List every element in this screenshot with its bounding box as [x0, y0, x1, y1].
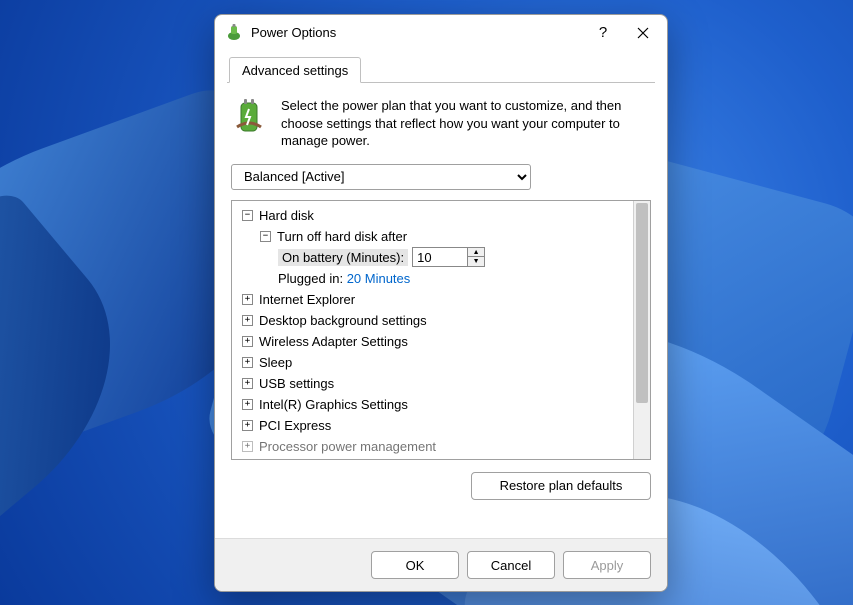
ok-button[interactable]: OK — [371, 551, 459, 579]
close-button[interactable] — [623, 25, 663, 40]
on-battery-label: On battery (Minutes): — [278, 249, 408, 266]
tree-label: PCI Express — [259, 418, 331, 433]
tree-item-plugged-in[interactable]: Plugged in: 20 Minutes — [236, 268, 629, 289]
tree-item-on-battery[interactable]: On battery (Minutes): ▲ ▼ — [236, 247, 629, 268]
tree-label: Internet Explorer — [259, 292, 355, 307]
tree-item-turn-off-hd[interactable]: Turn off hard disk after — [236, 226, 629, 247]
settings-tree: Hard disk Turn off hard disk after On ba… — [231, 200, 651, 460]
spin-up-button[interactable]: ▲ — [468, 248, 484, 257]
expand-icon[interactable] — [242, 378, 253, 389]
tree-label: Sleep — [259, 355, 292, 370]
collapse-icon[interactable] — [260, 231, 271, 242]
restore-defaults-button[interactable]: Restore plan defaults — [471, 472, 651, 500]
tree-item-internet-explorer[interactable]: Internet Explorer — [236, 289, 629, 310]
expand-icon[interactable] — [242, 315, 253, 326]
cancel-button[interactable]: Cancel — [467, 551, 555, 579]
tree-item-desktop-background[interactable]: Desktop background settings — [236, 310, 629, 331]
plugged-in-value[interactable]: 20 Minutes — [347, 271, 411, 286]
spin-down-button[interactable]: ▼ — [468, 257, 484, 266]
expand-icon[interactable] — [242, 294, 253, 305]
tree-item-hard-disk[interactable]: Hard disk — [236, 205, 629, 226]
tab-strip: Advanced settings — [227, 57, 655, 83]
expand-icon[interactable] — [242, 336, 253, 347]
tree-label: Desktop background settings — [259, 313, 427, 328]
tree-scrollbar[interactable] — [633, 201, 650, 459]
expand-icon[interactable] — [242, 399, 253, 410]
tree-item-sleep[interactable]: Sleep — [236, 352, 629, 373]
battery-icon — [225, 23, 243, 41]
collapse-icon[interactable] — [242, 210, 253, 221]
tab-advanced-settings[interactable]: Advanced settings — [229, 57, 361, 83]
power-plan-icon — [231, 97, 267, 137]
apply-button[interactable]: Apply — [563, 551, 651, 579]
expand-icon[interactable] — [242, 420, 253, 431]
power-options-dialog: Power Options ? Advanced settings Select… — [214, 14, 668, 592]
scroll-thumb[interactable] — [636, 203, 648, 403]
tree-label: Intel(R) Graphics Settings — [259, 397, 408, 412]
tree-item-wireless-adapter[interactable]: Wireless Adapter Settings — [236, 331, 629, 352]
on-battery-minutes-input[interactable] — [412, 247, 468, 267]
expand-icon[interactable] — [242, 441, 253, 452]
tree-item-pci-express[interactable]: PCI Express — [236, 415, 629, 436]
dialog-button-row: OK Cancel Apply — [215, 538, 667, 591]
help-button[interactable]: ? — [583, 24, 623, 41]
tree-item-intel-graphics[interactable]: Intel(R) Graphics Settings — [236, 394, 629, 415]
tree-label: Wireless Adapter Settings — [259, 334, 408, 349]
power-plan-select[interactable]: Balanced [Active] — [231, 164, 531, 190]
window-title: Power Options — [251, 25, 583, 40]
expand-icon[interactable] — [242, 357, 253, 368]
intro-text: Select the power plan that you want to c… — [281, 97, 651, 150]
plugged-in-label: Plugged in: — [278, 271, 343, 286]
tree-label: Turn off hard disk after — [277, 229, 407, 244]
tree-label: USB settings — [259, 376, 334, 391]
titlebar[interactable]: Power Options ? — [215, 15, 667, 49]
tree-item-processor-power[interactable]: Processor power management — [236, 436, 629, 457]
tree-label: Processor power management — [259, 439, 436, 454]
tree-label: Hard disk — [259, 208, 314, 223]
tree-item-usb-settings[interactable]: USB settings — [236, 373, 629, 394]
